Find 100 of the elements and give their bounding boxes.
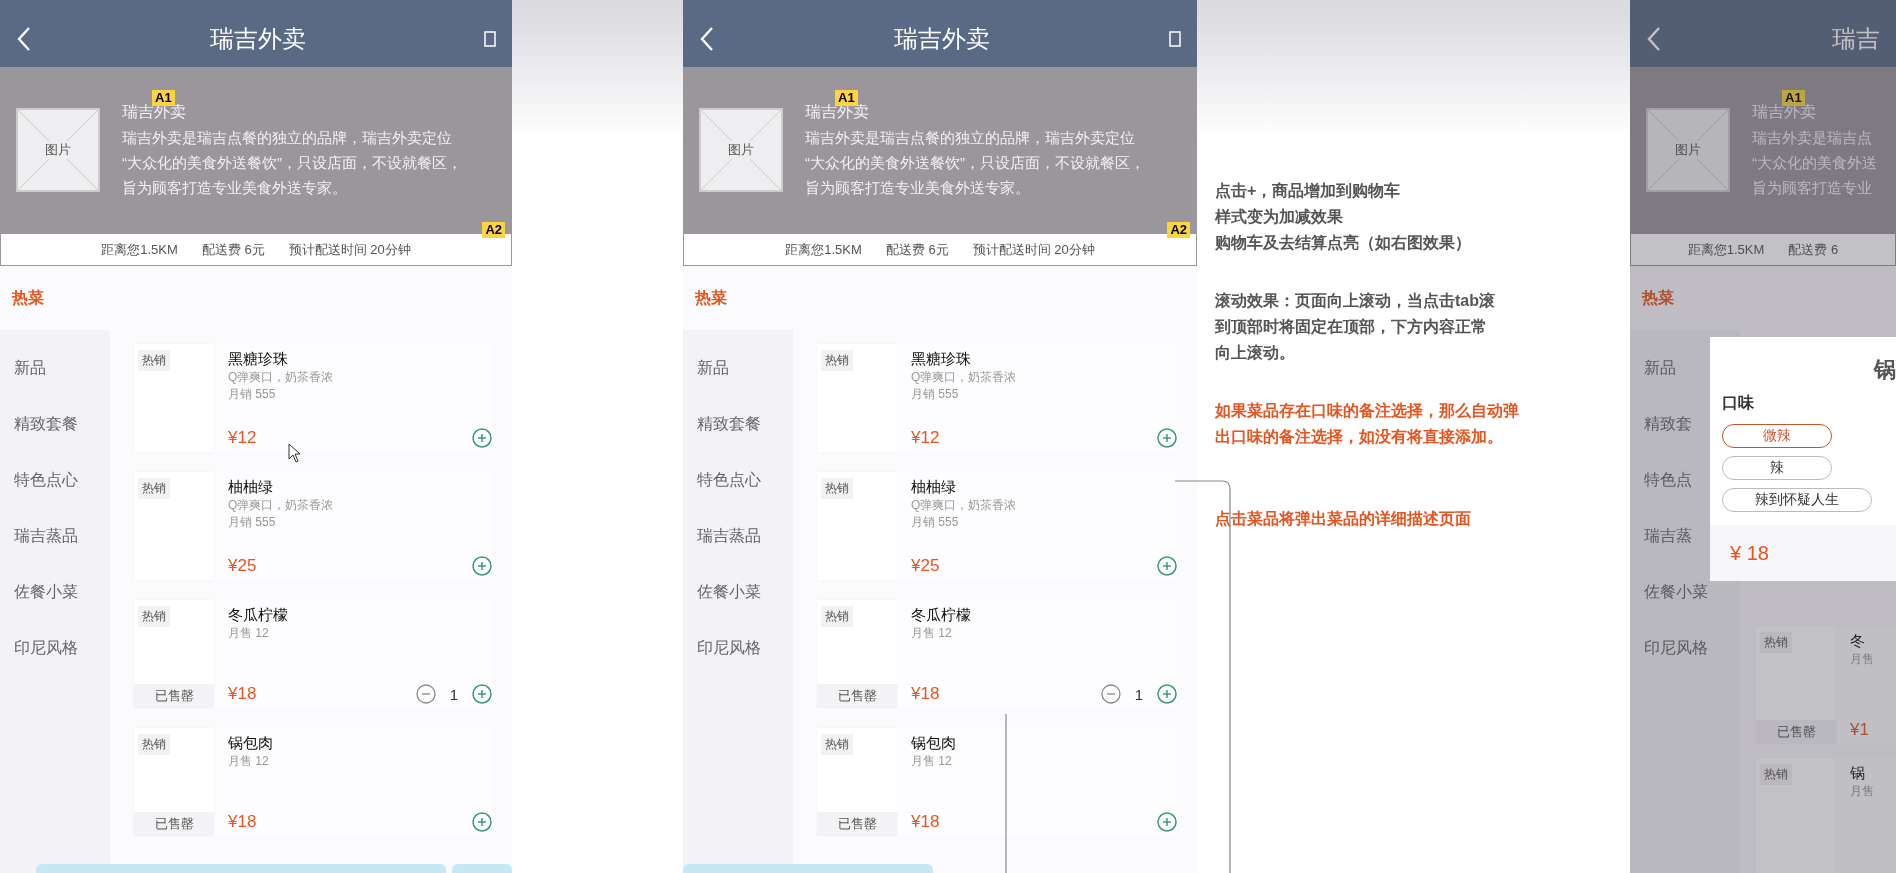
- category-item[interactable]: 特色点心: [0, 452, 110, 508]
- dish-card[interactable]: 热销 已售罄 锅包肉 月售 12 ¥18: [134, 728, 492, 836]
- shop-description: 旨为顾客打造专业: [1752, 178, 1872, 198]
- delivery-info: 配送费 6元: [201, 240, 265, 259]
- app-title: 瑞吉外卖: [209, 23, 307, 54]
- quantity: 1: [449, 685, 458, 703]
- annotation-note: 点击+，商品增加到购物车: [1215, 181, 1401, 201]
- dish-name: 冬: [1850, 632, 1865, 651]
- dish-name: 柚柚绿: [228, 478, 273, 497]
- annotation-note: 购物车及去结算点亮（如右图效果）: [1215, 233, 1471, 253]
- hot-tag: 热销: [821, 606, 853, 627]
- monthly-sales: 月销 555: [911, 386, 959, 403]
- dish-card[interactable]: 热销 黑糖珍珠 Q弹爽口，奶茶香浓 月销 555 ¥12: [817, 344, 1177, 452]
- annotation-note: 如果菜品存在口味的备注选择，那么自动弹: [1215, 401, 1519, 421]
- placeholder-label: 图片: [1675, 141, 1701, 159]
- delivery-info: 配送费 6元: [885, 240, 949, 259]
- plus-icon[interactable]: [1157, 684, 1177, 704]
- dish-card[interactable]: 热销 柚柚绿 Q弹爽口，奶茶香浓 月销 555 ¥25: [817, 472, 1177, 580]
- minus-icon[interactable]: [415, 684, 436, 704]
- category-item[interactable]: 印尼风格: [1630, 620, 1740, 676]
- dish-price: ¥12: [228, 428, 257, 448]
- monthly-sales: 月售 12: [911, 625, 952, 642]
- monthly-sales: 月售: [1850, 651, 1874, 668]
- category-item[interactable]: 印尼风格: [683, 620, 793, 676]
- annotation-note: 向上滚动。: [1215, 343, 1295, 363]
- delivery-info: 距离您1.5KM: [1687, 240, 1765, 259]
- dish-name: 黑糖珍珠: [228, 350, 288, 369]
- square-icon[interactable]: [1169, 30, 1181, 47]
- dish-price: ¥18: [228, 812, 257, 832]
- dish-card[interactable]: 热销 已售罄 冬瓜柠檬 月售 12 ¥18 1: [817, 600, 1177, 708]
- hot-tag: 热销: [1760, 632, 1792, 653]
- category-item[interactable]: 佐餐小菜: [0, 564, 110, 620]
- dish-name: 锅包肉: [228, 734, 273, 753]
- dish-name: 冬瓜柠檬: [228, 606, 288, 625]
- dish-name: 柚柚绿: [911, 478, 956, 497]
- delivery-info: 距离您1.5KM: [101, 240, 178, 259]
- dish-description: Q弹爽口，奶茶香浓: [228, 497, 334, 514]
- shop-description: “大众化的美食外送餐饮”，只设店面，不设就餐区，: [805, 153, 1145, 173]
- back-icon[interactable]: [699, 25, 715, 52]
- hot-tag: 热销: [821, 350, 853, 371]
- dish-price: ¥18: [228, 684, 257, 704]
- hot-tag: 热销: [138, 606, 170, 627]
- annotation-badge: A1: [835, 90, 858, 106]
- monthly-sales: 月售 12: [228, 625, 269, 642]
- plus-icon[interactable]: [1157, 556, 1177, 576]
- dish-description: Q弹爽口，奶茶香浓: [911, 497, 1017, 514]
- category-tab[interactable]: 热菜: [695, 287, 727, 309]
- dish-price: ¥18: [911, 684, 940, 704]
- dish-price: ¥25: [228, 556, 257, 576]
- dish-card[interactable]: 热销 已售罄 冬瓜柠檬 月售 12 ¥18 1: [134, 600, 492, 708]
- shop-description: 瑞吉外卖是瑞吉点餐的独立的品牌，瑞吉外卖定位: [122, 128, 452, 148]
- placeholder-label: 图片: [45, 141, 71, 159]
- back-icon[interactable]: [16, 25, 32, 52]
- annotation-note: 点击菜品将弹出菜品的详细描述页面: [1215, 509, 1471, 529]
- plus-icon[interactable]: [1157, 428, 1177, 448]
- dish-name: 冬瓜柠檬: [911, 606, 971, 625]
- hot-tag: 热销: [138, 350, 170, 371]
- shop-description: 旨为顾客打造专业美食外送专家。: [122, 178, 347, 198]
- flavor-option[interactable]: 辣到怀疑人生: [1722, 488, 1872, 512]
- category-item[interactable]: 精致套餐: [683, 396, 793, 452]
- category-item[interactable]: 佐餐小菜: [683, 564, 793, 620]
- dish-card[interactable]: 热销 黑糖珍珠 Q弹爽口，奶茶香浓 月销 555 ¥12: [134, 344, 492, 452]
- dish-description: Q弹爽口，奶茶香浓: [911, 369, 1017, 386]
- category-tab[interactable]: 热菜: [12, 287, 44, 309]
- app-title: 瑞吉: [1831, 23, 1880, 54]
- category-item[interactable]: 新品: [0, 340, 110, 396]
- plus-icon[interactable]: [1157, 812, 1177, 832]
- category-item[interactable]: 瑞吉蒸品: [0, 508, 110, 564]
- shop-description: “大众化的美食外送: [1752, 153, 1877, 173]
- shop-description: 旨为顾客打造专业美食外送专家。: [805, 178, 1030, 198]
- plus-icon[interactable]: [472, 428, 492, 448]
- flavor-option[interactable]: 微辣: [1722, 424, 1832, 448]
- highlight-stroke: [452, 864, 512, 873]
- dish-card[interactable]: 热销 已售罄 锅包肉 月售 12 ¥18: [817, 728, 1177, 836]
- minus-icon[interactable]: [1100, 684, 1121, 704]
- annotation-note: 出口味的备注选择，如没有将直接添加。: [1215, 427, 1503, 447]
- category-item[interactable]: 印尼风格: [0, 620, 110, 676]
- category-item[interactable]: 精致套餐: [0, 396, 110, 452]
- sold-out-label: 已售罄: [134, 684, 214, 708]
- sold-out-label: 已售罄: [817, 684, 897, 708]
- mouse-cursor-icon: [288, 443, 301, 463]
- annotation-badge: A1: [1782, 90, 1805, 106]
- category-item[interactable]: 特色点心: [683, 452, 793, 508]
- popup-title: 锅: [1874, 356, 1896, 384]
- placeholder-label: 图片: [728, 141, 754, 159]
- delivery-info: 预计配送时间 20分钟: [288, 240, 411, 259]
- hot-tag: 热销: [821, 478, 853, 499]
- category-item[interactable]: 新品: [683, 340, 793, 396]
- popup-price: ¥ 18: [1730, 541, 1769, 565]
- back-icon[interactable]: [1646, 25, 1662, 52]
- dish-card[interactable]: 热销 柚柚绿 Q弹爽口，奶茶香浓 月销 555 ¥25: [134, 472, 492, 580]
- plus-icon[interactable]: [472, 684, 492, 704]
- annotation-badge: A1: [152, 90, 175, 106]
- hot-tag: 热销: [821, 734, 853, 755]
- category-tab[interactable]: 热菜: [1642, 287, 1674, 309]
- category-item[interactable]: 瑞吉蒸品: [683, 508, 793, 564]
- square-icon[interactable]: [484, 30, 496, 47]
- plus-icon[interactable]: [472, 812, 492, 832]
- plus-icon[interactable]: [472, 556, 492, 576]
- flavor-option[interactable]: 辣: [1722, 456, 1832, 480]
